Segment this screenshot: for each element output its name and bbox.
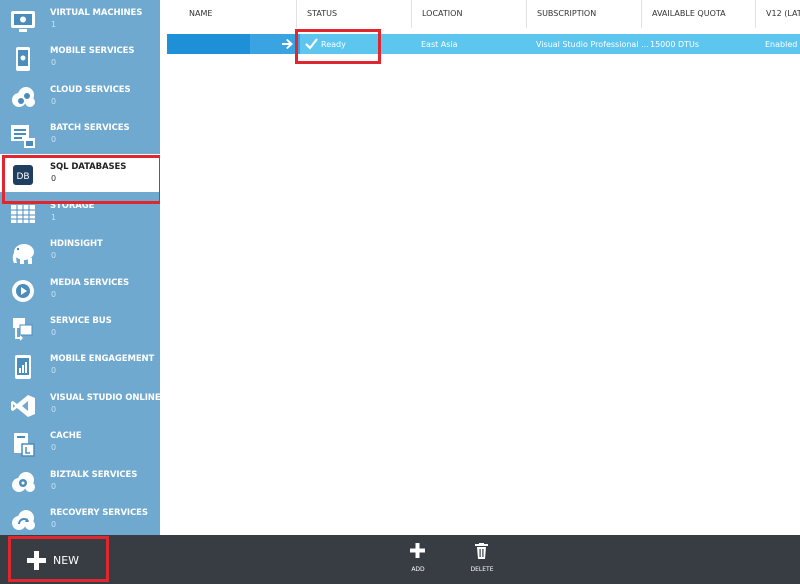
sidebar-item-label: RECOVERY SERVICES — [50, 508, 148, 518]
main-content: NAME STATUS LOCATION SUBSCRIPTION AVAILA… — [160, 0, 800, 535]
sidebar-item-mobile-engagement[interactable]: MOBILE ENGAGEMENT 0 — [0, 346, 160, 384]
sql-databases-highlight — [2, 155, 162, 204]
recovery-cloud-icon — [10, 508, 36, 534]
cloud-gear-icon — [10, 85, 36, 111]
sidebar-item-count: 0 — [51, 328, 57, 337]
sidebar-item-label: BATCH SERVICES — [50, 123, 130, 133]
delete-button[interactable]: DELETE — [462, 543, 502, 579]
column-header-subscription[interactable]: SUBSCRIPTION — [526, 0, 641, 28]
visual-studio-icon — [10, 393, 36, 419]
sidebar-item-mobile-services[interactable]: MOBILE SERVICES 0 — [0, 38, 160, 76]
delete-button-label: DELETE — [470, 566, 494, 573]
storage-grid-icon — [10, 201, 36, 227]
sidebar-item-count: 0 — [51, 520, 57, 529]
sidebar-item-count: 1 — [51, 20, 57, 29]
sidebar-item-recovery-services[interactable]: RECOVERY SERVICES 0 — [0, 500, 160, 535]
command-bar: NEW ADD DELETE — [0, 535, 800, 584]
batch-icon — [10, 123, 36, 149]
sidebar-item-count: 0 — [51, 97, 57, 106]
sidebar-item-count: 0 — [51, 482, 57, 491]
sidebar-item-cache[interactable]: CACHE 0 — [0, 423, 160, 461]
sidebar-item-visual-studio-online[interactable]: VISUAL STUDIO ONLINE 0 — [0, 385, 160, 423]
sidebar-item-virtual-machines[interactable]: VIRTUAL MACHINES 1 — [0, 0, 160, 38]
sidebar-item-label: SERVICE BUS — [50, 316, 112, 326]
location-cell: East Asia — [421, 40, 458, 49]
elephant-icon — [10, 239, 36, 265]
mobile-chart-icon — [10, 354, 36, 380]
sidebar-item-count: 1 — [51, 213, 57, 222]
sidebar-item-label: VISUAL STUDIO ONLINE — [50, 393, 160, 403]
sidebar-item-count: 0 — [51, 405, 57, 414]
sidebar-item-label: HDINSIGHT — [50, 239, 103, 249]
sidebar-item-label: CACHE — [50, 431, 82, 441]
row-arrow[interactable] — [250, 34, 300, 54]
sidebar-item-label: BIZTALK SERVICES — [50, 470, 138, 480]
biztalk-icon — [10, 470, 36, 496]
column-header-status[interactable]: STATUS — [296, 0, 411, 28]
sidebar-item-service-bus[interactable]: SERVICE BUS 0 — [0, 308, 160, 346]
sidebar-item-count: 0 — [51, 366, 57, 375]
sidebar-item-hdinsight[interactable]: HDINSIGHT 0 — [0, 231, 160, 269]
row-name-cell[interactable] — [167, 34, 250, 54]
column-header-name[interactable]: NAME — [179, 0, 296, 28]
add-button-label: ADD — [411, 566, 425, 573]
column-header-location[interactable]: LOCATION — [411, 0, 526, 28]
sidebar-item-count: 0 — [51, 443, 57, 452]
service-bus-icon — [10, 316, 36, 342]
column-header-v12[interactable]: V12 (LAT — [755, 0, 800, 28]
monitor-icon — [10, 8, 36, 34]
column-header-available-quota[interactable]: AVAILABLE QUOTA — [641, 0, 755, 28]
sidebar-item-cloud-services[interactable]: CLOUD SERVICES 0 — [0, 77, 160, 115]
sidebar-item-count: 0 — [51, 251, 57, 260]
sidebar-item-label: CLOUD SERVICES — [50, 85, 131, 95]
sidebar-item-media-services[interactable]: MEDIA SERVICES 0 — [0, 270, 160, 308]
table-row[interactable]: Ready East Asia Visual Studio Profession… — [167, 34, 800, 54]
media-play-icon — [10, 278, 36, 304]
sidebar-item-label: VIRTUAL MACHINES — [50, 8, 143, 18]
new-button-highlight — [8, 536, 109, 582]
sidebar-item-label: MOBILE ENGAGEMENT — [50, 354, 155, 364]
arrow-right-icon — [282, 39, 293, 49]
sidebar-item-label: MEDIA SERVICES — [50, 278, 130, 288]
sidebar-item-batch-services[interactable]: BATCH SERVICES 0 — [0, 115, 160, 153]
cache-icon — [10, 431, 36, 457]
sidebar: VIRTUAL MACHINES 1 MOBILE SERVICES 0 CLO… — [0, 0, 160, 535]
sidebar-item-label: MOBILE SERVICES — [50, 46, 135, 56]
mobile-icon — [10, 46, 36, 72]
quota-cell: 15000 DTUs — [650, 40, 700, 49]
add-button[interactable]: ADD — [398, 543, 438, 579]
sidebar-item-count: 0 — [51, 135, 57, 144]
sidebar-item-count: 0 — [51, 290, 57, 299]
sidebar-item-biztalk-services[interactable]: BIZTALK SERVICES 0 — [0, 462, 160, 500]
v12-cell: Enabled — [765, 40, 798, 49]
plus-icon — [410, 543, 425, 558]
status-highlight — [295, 29, 381, 64]
subscription-cell: Visual Studio Professional ... — [536, 40, 649, 49]
trash-icon — [475, 543, 488, 559]
sidebar-item-count: 0 — [51, 58, 57, 67]
